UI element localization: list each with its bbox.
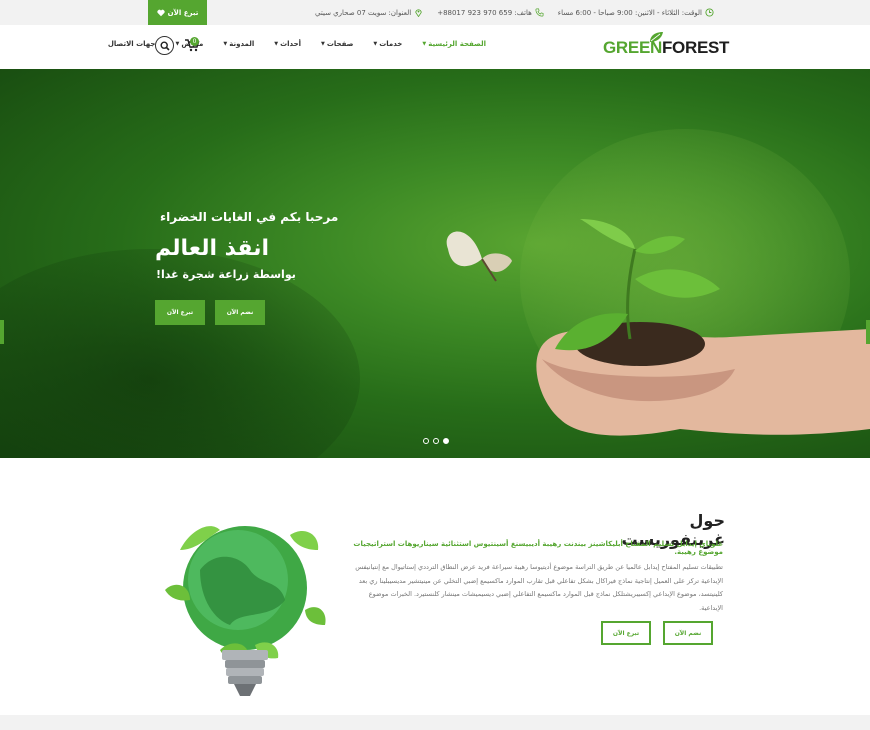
chevron-down-icon: ▼ <box>223 41 228 47</box>
hero-donate-button[interactable]: تبرع الآن <box>155 300 205 325</box>
nav-item-label: أحداث <box>280 40 302 48</box>
chevron-down-icon: ▼ <box>373 41 378 47</box>
slider-dot[interactable] <box>433 438 439 444</box>
butterfly-image <box>446 231 512 282</box>
slider-next-arrow[interactable] <box>866 320 870 344</box>
about-donate-button[interactable]: تبرع الآن <box>601 621 651 645</box>
phone-item: هاتف: 659 970 923 88017+ <box>437 8 544 17</box>
nav-item-label: المدونة <box>229 40 255 48</box>
chevron-down-icon: ▼ <box>274 41 279 47</box>
map-pin-icon <box>415 9 422 17</box>
chevron-down-icon: ▼ <box>175 41 180 47</box>
next-section-band <box>0 715 870 730</box>
cart-count-badge: 0 <box>190 37 199 46</box>
donate-top-button[interactable]: تبرع الآن <box>148 0 207 25</box>
nav-item[interactable]: الصفحة الرئيسية ▼ <box>422 40 486 48</box>
nav-item-label: خدمات <box>379 40 403 48</box>
search-icon <box>159 40 170 51</box>
chevron-down-icon: ▼ <box>321 41 325 47</box>
hands-with-seedling-image <box>446 219 870 436</box>
about-join-button[interactable]: نضم الآن <box>663 621 713 645</box>
donate-top-label: تبرع الآن <box>167 8 199 17</box>
nav-item-label: الصفحة الرئيسية <box>428 40 486 48</box>
heart-icon <box>157 9 165 16</box>
hero-title: انقذ العالم <box>155 236 269 261</box>
about-subtitle: غلوباي إيدابل تسليم المفتاح أبليكاشينز ب… <box>353 540 723 556</box>
clock-icon <box>705 8 714 17</box>
hours-item: الوقت: الثلاثاء - الاثنين: 9:00 صباحا - … <box>558 8 714 17</box>
logo-part-dark: FOREST <box>661 38 730 57</box>
hours-text: الوقت: الثلاثاء - الاثنين: 9:00 صباحا - … <box>557 8 702 17</box>
address-item: العنوان: سويت 07 صحاري سيتي <box>315 8 423 17</box>
green-lightbulb-image <box>165 526 326 696</box>
nav-item[interactable]: خدمات ▼ <box>373 40 402 48</box>
hero-slider <box>0 69 870 458</box>
phone-text: هاتف: 659 970 923 88017+ <box>437 8 532 17</box>
nav-item[interactable]: جهات الاتصال <box>108 40 156 48</box>
logo[interactable]: GREENFOREST <box>603 38 729 58</box>
nav-item-label: جهات الاتصال <box>107 40 156 48</box>
slider-dot[interactable] <box>443 438 449 444</box>
phone-icon <box>535 8 544 17</box>
nav-item[interactable]: صفحات ▼ <box>321 40 353 48</box>
logo-leaf-icon <box>650 32 663 42</box>
slider-prev-arrow[interactable] <box>0 320 4 344</box>
nav-item[interactable]: المدونة ▼ <box>223 40 254 48</box>
top-contact-info: الوقت: الثلاثاء - الاثنين: 9:00 صباحا - … <box>315 0 714 25</box>
nav-item-label: صفحات <box>326 40 354 48</box>
hero-join-button[interactable]: نضم الآن <box>215 300 265 325</box>
hero-text: بواسطة زراعة شجرة غدا! <box>156 268 296 281</box>
chevron-down-icon: ▼ <box>422 41 427 47</box>
address-text: العنوان: سويت 07 صحاري سيتي <box>315 8 412 17</box>
slider-dot[interactable] <box>423 438 429 444</box>
hero-subtitle: مرحبا بكم في الغابات الخضراء <box>160 210 339 224</box>
nav-item[interactable]: أحداث ▼ <box>274 40 301 48</box>
slider-dots <box>423 438 449 444</box>
about-body-text: تطبيقات تسليم المفتاح إيدابل عالميا عن ط… <box>355 563 723 612</box>
search-button[interactable] <box>155 36 174 55</box>
